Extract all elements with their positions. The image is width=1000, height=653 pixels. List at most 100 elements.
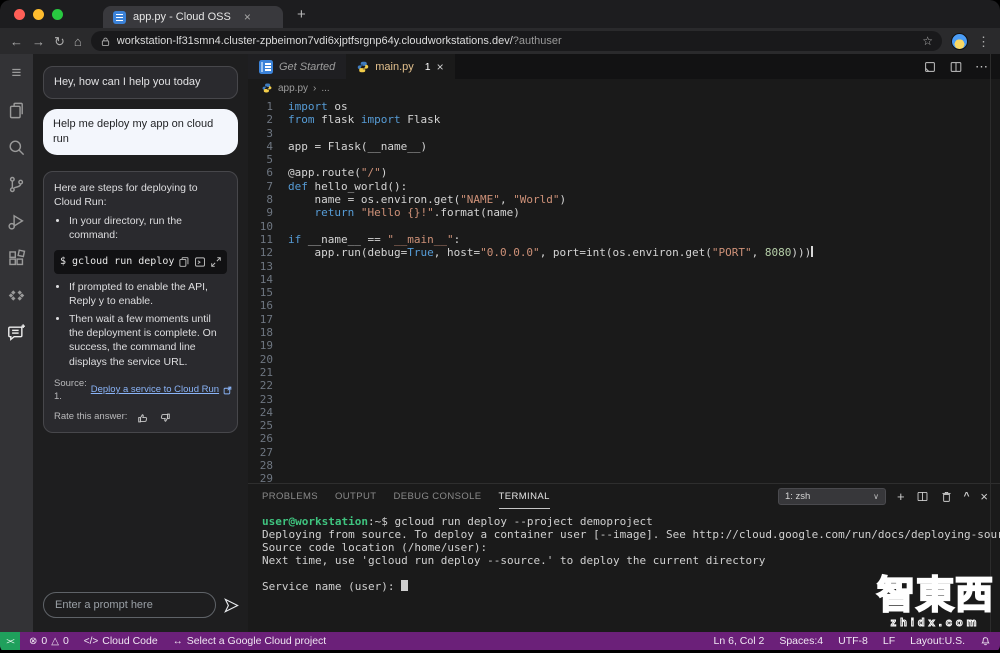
terminal[interactable]: user@workstation:~$ gcloud run deploy --… — [248, 509, 1000, 632]
new-terminal-icon[interactable]: + — [897, 490, 905, 503]
tab-get-started[interactable]: Get Started — [248, 54, 346, 79]
terminal-shell-select[interactable]: 1: zsh ∨ — [778, 488, 886, 505]
bookmark-star-icon[interactable]: ☆ — [922, 34, 933, 48]
status-item-ln-6-col-2[interactable]: Ln 6, Col 2 — [714, 635, 765, 647]
shell-select-value: 1: zsh — [785, 491, 810, 502]
maximize-window-button[interactable] — [52, 9, 63, 20]
open-preview-icon[interactable] — [923, 60, 937, 74]
line-number: 19 — [248, 339, 288, 352]
browser-tab[interactable]: app.py - Cloud OSS × — [103, 6, 283, 28]
line-number: 6 — [248, 166, 288, 179]
code-line: 28 — [248, 459, 1000, 472]
tab-close-icon[interactable]: × — [437, 60, 444, 74]
cloud-code-label: Cloud Code — [102, 635, 157, 647]
cloud-code-icon[interactable] — [5, 283, 29, 307]
close-panel-icon[interactable]: × — [980, 490, 988, 503]
code-line: 10 — [248, 220, 1000, 233]
activity-bar: ≡ — [0, 54, 33, 632]
status-item-layout-u-s[interactable]: Layout:U.S. — [910, 635, 965, 647]
explorer-icon[interactable] — [5, 98, 29, 122]
close-window-button[interactable] — [14, 9, 25, 20]
swap-icon: ↔ — [173, 636, 183, 647]
more-actions-icon[interactable]: ⋯ — [975, 59, 988, 75]
editor-area: Get Started main.py 1 × — [248, 54, 1000, 632]
window-controls — [0, 9, 77, 20]
tab-main-py[interactable]: main.py 1 × — [346, 54, 454, 79]
back-icon[interactable]: ← — [10, 35, 23, 48]
search-icon[interactable] — [5, 135, 29, 159]
status-item-spaces-4[interactable]: Spaces:4 — [779, 635, 823, 647]
tab-badge: 1 — [425, 61, 431, 73]
terminal-line: Service name (user): — [262, 580, 1000, 593]
status-item-utf-8[interactable]: UTF-8 — [838, 635, 868, 647]
terminal-line: user@workstation:~$ gcloud run deploy --… — [262, 515, 1000, 528]
terminal-cursor — [401, 580, 408, 591]
extensions-icon[interactable] — [5, 246, 29, 270]
code-line: 17 — [248, 313, 1000, 326]
address-bar[interactable]: workstation-lf31smn4.cluster-zpbeimon7vd… — [91, 31, 942, 51]
forward-icon[interactable]: → — [32, 35, 45, 48]
rate-row: Rate this answer: — [54, 411, 227, 424]
line-number: 27 — [248, 446, 288, 459]
source-control-icon[interactable] — [5, 172, 29, 196]
code-line: 7def hello_world(): — [248, 180, 1000, 193]
code-text: app = Flask(__name__) — [288, 140, 427, 153]
editor-scrollbar[interactable] — [990, 54, 991, 632]
notifications-bell-icon[interactable] — [980, 636, 991, 647]
source-label: Source: 1. — [54, 378, 87, 404]
reload-icon[interactable]: ↻ — [54, 35, 65, 48]
line-number: 8 — [248, 193, 288, 206]
panel-tab-problems[interactable]: PROBLEMS — [262, 484, 318, 509]
panel-tab-debug-console[interactable]: DEBUG CONSOLE — [393, 484, 481, 509]
answer-step-2: If prompted to enable the API, Reply y t… — [69, 280, 227, 308]
answer-steps: In your directory, run the command: — [54, 214, 227, 242]
copy-icon[interactable] — [178, 256, 190, 268]
account-avatar[interactable] — [951, 33, 968, 50]
select-project-status[interactable]: ↔ Select a Google Cloud project — [173, 635, 327, 647]
expand-icon[interactable] — [210, 256, 222, 268]
menu-icon[interactable]: ≡ — [5, 61, 29, 85]
minimize-window-button[interactable] — [33, 9, 44, 20]
breadcrumb-file[interactable]: app.py — [278, 83, 308, 94]
line-number: 22 — [248, 379, 288, 392]
home-icon[interactable]: ⌂ — [74, 35, 82, 48]
send-icon[interactable] — [223, 597, 240, 614]
thumbs-up-icon[interactable] — [137, 412, 149, 424]
tab-main-py-label: main.py — [375, 61, 414, 73]
code-line: 23 — [248, 393, 1000, 406]
code-line: 3 — [248, 127, 1000, 140]
kill-terminal-icon[interactable] — [940, 490, 953, 503]
answer-intro: Here are steps for deploying to Cloud Ru… — [54, 181, 227, 209]
maximize-panel-icon[interactable]: ^ — [964, 492, 970, 502]
cloud-code-status[interactable]: </> Cloud Code — [84, 635, 158, 647]
user-message-bubble: Help me deploy my app on cloud run — [43, 109, 238, 155]
line-number: 13 — [248, 260, 288, 273]
assistant-greeting-text: Hey, how can I help you today — [54, 76, 201, 88]
split-terminal-icon[interactable] — [916, 490, 929, 503]
new-tab-button[interactable]: + — [297, 6, 306, 23]
panel-tabs: PROBLEMS OUTPUT DEBUG CONSOLE TERMINAL 1: z… — [248, 484, 1000, 509]
panel-tab-terminal[interactable]: TERMINAL — [499, 484, 550, 509]
run-in-terminal-icon[interactable] — [194, 256, 206, 268]
breadcrumb: app.py › ... — [248, 79, 1000, 97]
prompt-input[interactable] — [43, 592, 216, 618]
code-editor[interactable]: 1import os2from flask import Flask34app … — [248, 97, 1000, 483]
run-debug-icon[interactable] — [5, 209, 29, 233]
status-item-lf[interactable]: LF — [883, 635, 895, 647]
split-editor-icon[interactable] — [949, 60, 963, 74]
browser-menu-icon[interactable]: ⋮ — [977, 35, 990, 48]
problems-indicator[interactable]: ⊗ 0 △ 0 — [29, 635, 69, 647]
remote-indicator[interactable]: >< — [0, 632, 20, 650]
line-number: 20 — [248, 353, 288, 366]
source-link[interactable]: Deploy a service to Cloud Run — [91, 384, 219, 397]
command-text: $ gcloud run deploy — [60, 255, 174, 269]
breadcrumb-more[interactable]: ... — [321, 83, 329, 94]
panel-tab-output[interactable]: OUTPUT — [335, 484, 376, 509]
code-line: 4app = Flask(__name__) — [248, 140, 1000, 153]
tab-close-icon[interactable]: × — [244, 10, 251, 24]
line-number: 15 — [248, 286, 288, 299]
duet-chat-icon[interactable] — [5, 320, 29, 344]
answer-step-1: In your directory, run the command: — [69, 214, 227, 242]
thumbs-down-icon[interactable] — [159, 412, 171, 424]
workbench: ≡ Hey, h — [0, 54, 1000, 632]
